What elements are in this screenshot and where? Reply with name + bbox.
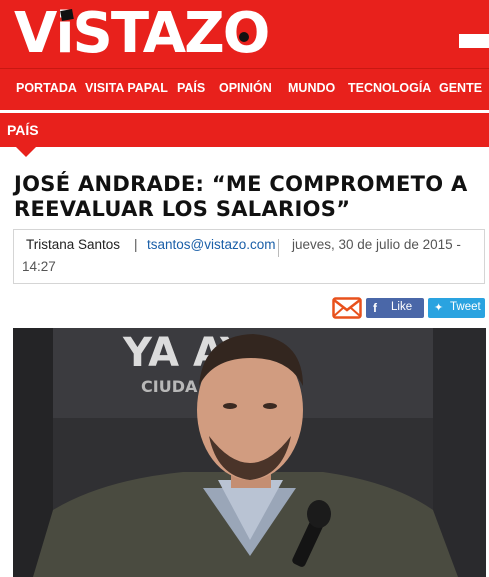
author-email-link[interactable]: tsantos@vistazo.com: [147, 237, 276, 252]
facebook-icon: f: [373, 301, 377, 315]
logo-o-center: [238, 32, 249, 42]
twitter-tweet-label: Tweet: [450, 301, 481, 313]
vistazo-logo[interactable]: ViSTAZO: [14, 2, 270, 66]
nav-item-mundo[interactable]: MUNDO: [288, 81, 335, 95]
section-header: PAÍS: [0, 110, 489, 157]
nav-item-tecnologia[interactable]: TECNOLOGÍA: [348, 81, 431, 95]
nav-item-opinion[interactable]: OPINIÓN: [219, 81, 272, 95]
author-name: Tristana Santos: [26, 237, 121, 252]
article-time: 14:27: [22, 259, 56, 274]
article-meta: Tristana Santos | tsantos@vistazo.com ju…: [13, 229, 485, 284]
article-date: jueves, 30 de julio de 2015 -: [292, 237, 461, 252]
facebook-like-label: Like: [391, 301, 413, 313]
meta-divider: [278, 239, 279, 257]
nav-item-gente[interactable]: GENTE: [439, 81, 482, 95]
nav-item-visita-papal[interactable]: VISITA PAPAL: [85, 81, 168, 95]
twitter-icon: ✦: [434, 302, 444, 314]
article-title: JOSÉ ANDRADE: “ME COMPROMETO A REEVALUAR…: [14, 172, 468, 221]
site-header: ViSTAZO: [0, 0, 489, 68]
twitter-tweet-button[interactable]: ✦ Tweet: [428, 298, 485, 318]
facebook-like-button[interactable]: f Like: [366, 298, 424, 318]
main-navigation: PORTADA VISITA PAPAL PAÍS OPINIÓN MUNDO …: [0, 68, 489, 110]
article-photo: YA AY CIUDA IENTO: [13, 328, 486, 577]
section-arrow: [16, 147, 36, 157]
mail-icon[interactable]: [332, 297, 362, 319]
section-label[interactable]: PAÍS: [7, 122, 39, 138]
menu-toggle-button[interactable]: [459, 34, 489, 48]
nav-item-portada[interactable]: PORTADA: [16, 81, 77, 95]
nav-item-pais[interactable]: PAÍS: [177, 81, 205, 95]
logo-dot: [60, 9, 75, 21]
meta-separator: |: [134, 237, 138, 252]
